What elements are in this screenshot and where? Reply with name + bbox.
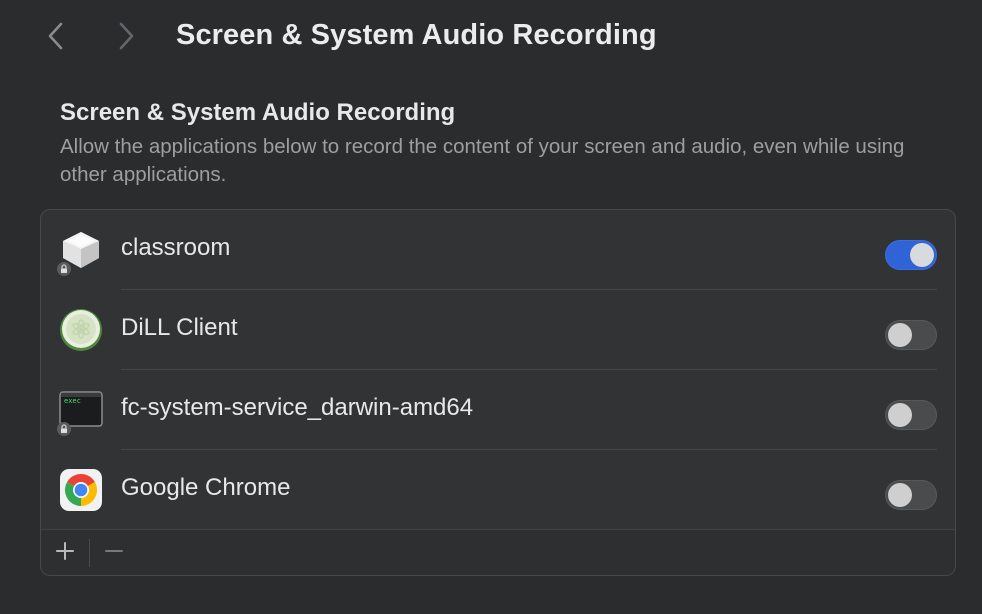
footer-separator (89, 539, 90, 567)
add-app-button[interactable] (50, 538, 80, 568)
app-name: DiLL Client (121, 314, 238, 341)
app-name: classroom (121, 234, 231, 261)
app-row-classroom: classroom (41, 210, 955, 290)
list-footer (41, 529, 955, 575)
app-row-dill-client: DiLL Client (41, 290, 955, 370)
lock-icon (57, 262, 71, 276)
lock-icon (57, 422, 71, 436)
app-name: fc-system-service_darwin-amd64 (121, 394, 474, 421)
toggle-knob (888, 323, 912, 347)
toolbar: Screen & System Audio Recording (0, 0, 982, 76)
toggle-knob (888, 403, 912, 427)
toggle-knob (888, 483, 912, 507)
back-button[interactable] (40, 20, 70, 56)
chevron-left-icon (46, 21, 64, 56)
dill-client-app-icon (59, 308, 103, 352)
section-description: Allow the applications below to record t… (60, 135, 905, 186)
chevron-right-icon (118, 21, 136, 56)
app-name: Google Chrome (121, 474, 291, 501)
section-title: Screen & System Audio Recording (60, 99, 456, 126)
toggle-classroom[interactable] (885, 240, 937, 270)
toggle-dill-client[interactable] (885, 320, 937, 350)
toggle-fc-system-service[interactable] (885, 400, 937, 430)
classroom-app-icon (57, 228, 103, 276)
window-title: Screen & System Audio Recording (176, 19, 657, 51)
app-list: classroom DiLL Client exec fc-system-ser… (40, 209, 956, 576)
exec-label: exec (64, 397, 81, 405)
google-chrome-icon (59, 468, 103, 512)
plus-icon (55, 541, 75, 566)
minus-icon (104, 541, 124, 566)
toggle-google-chrome[interactable] (885, 480, 937, 510)
toggle-knob (910, 243, 934, 267)
forward-button[interactable] (112, 20, 142, 56)
remove-app-button[interactable] (99, 538, 129, 568)
app-row-google-chrome: Google Chrome (41, 450, 955, 530)
app-row-fc-system-service: exec fc-system-service_darwin-amd64 (41, 370, 955, 450)
terminal-exec-icon: exec (57, 388, 103, 436)
